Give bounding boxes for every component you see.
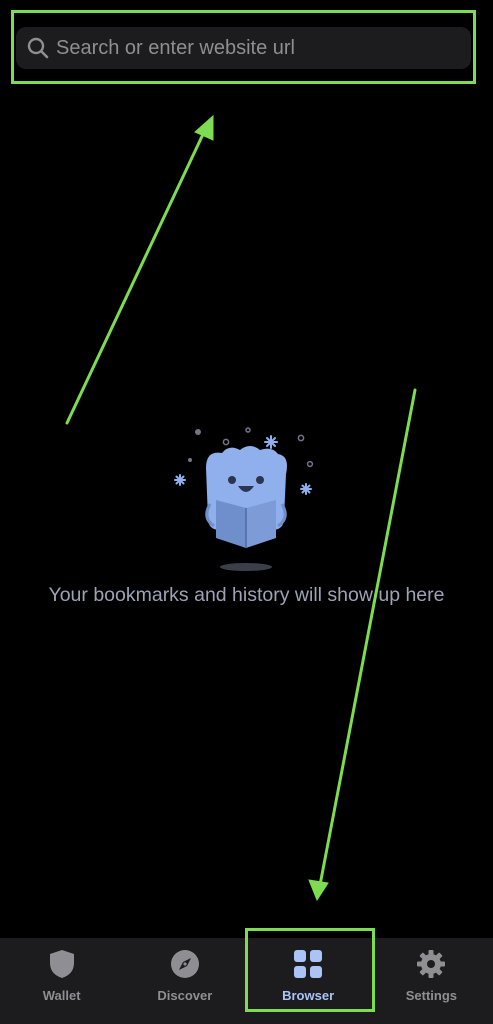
arrow-to-browser-tab [318, 388, 417, 887]
tab-label: Settings [405, 988, 458, 1003]
search-bar[interactable] [16, 27, 471, 69]
compass-icon [169, 948, 201, 980]
bottom-tab-bar: Wallet Discover Browser Settings [0, 938, 493, 1024]
tab-settings[interactable]: Settings [370, 938, 493, 1024]
tab-label: Wallet [42, 988, 81, 1003]
tab-browser[interactable]: Browser [247, 938, 370, 1024]
search-input[interactable] [56, 36, 471, 60]
shield-icon [46, 948, 78, 980]
arrowhead-down [308, 879, 329, 902]
grid-icon [292, 948, 324, 980]
tab-discover[interactable]: Discover [123, 938, 246, 1024]
arrowhead-up [194, 114, 214, 141]
tab-label: Browser [282, 988, 335, 1003]
bookmarks-empty-illustration [166, 420, 326, 580]
browser-screen: Your bookmarks and history will show up … [0, 0, 493, 1024]
arrow-to-search [65, 128, 207, 425]
empty-state-message: Your bookmarks and history will show up … [48, 584, 445, 606]
tab-wallet[interactable]: Wallet [0, 938, 123, 1024]
gear-icon [415, 948, 447, 980]
search-icon [26, 36, 50, 60]
tab-label: Discover [157, 988, 213, 1003]
search-highlight-box [11, 10, 476, 84]
